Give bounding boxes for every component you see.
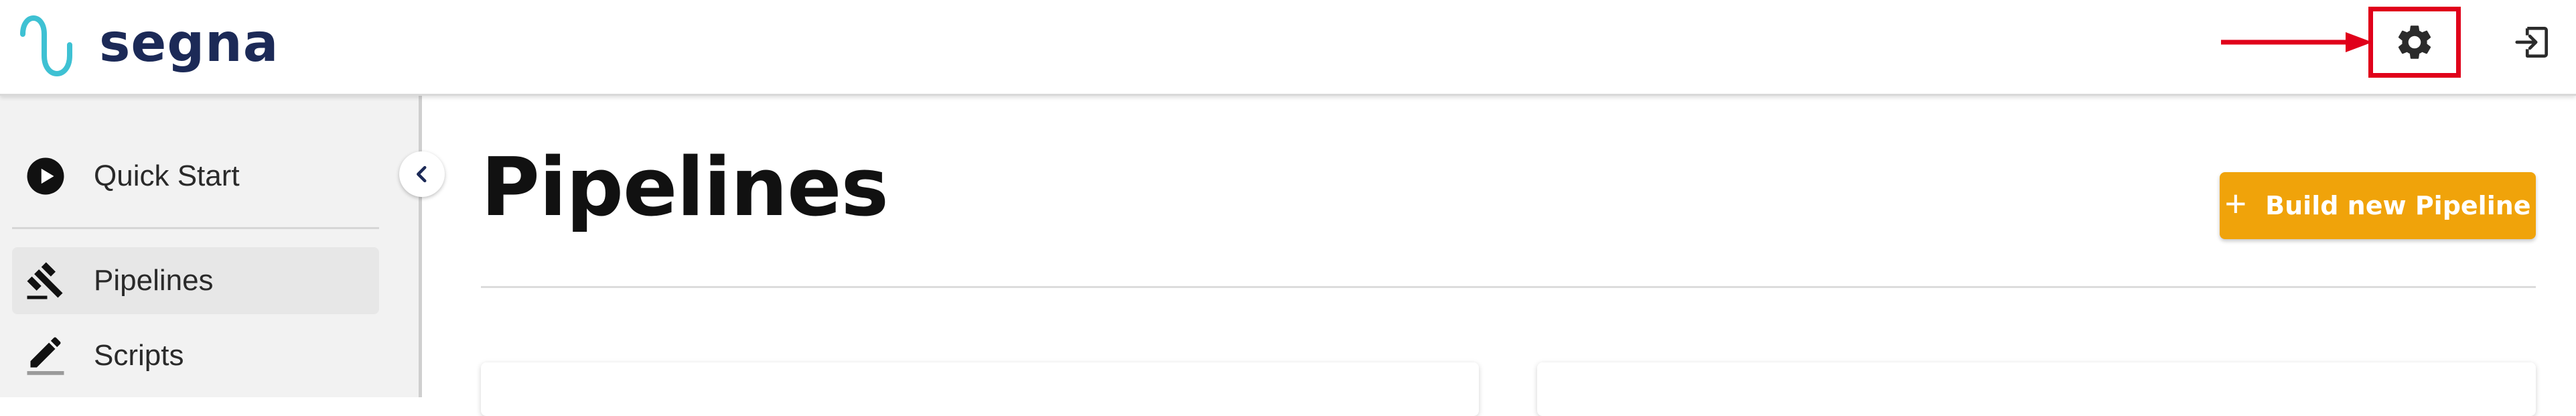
sidebar-item-quick-start[interactable]: Quick Start	[12, 143, 379, 210]
sidebar: Quick Start Pipelines Scripts	[0, 96, 422, 397]
build-new-pipeline-button[interactable]: + Build new Pipeline	[2220, 172, 2536, 239]
page-title: Pipelines	[481, 141, 889, 234]
sidebar-collapse-button[interactable]	[399, 151, 445, 197]
sidebar-item-label: Quick Start	[94, 159, 240, 192]
build-new-pipeline-label: Build new Pipeline	[2265, 191, 2531, 220]
top-bar: segna	[0, 0, 2576, 96]
sidebar-divider	[12, 227, 379, 229]
logo-text: segna	[99, 13, 279, 74]
gavel-icon	[25, 261, 66, 301]
logout-icon	[2515, 27, 2548, 58]
gear-icon	[2398, 25, 2431, 59]
pencil-icon	[25, 336, 66, 376]
sidebar-item-pipelines[interactable]: Pipelines	[12, 247, 379, 314]
chevron-left-icon	[417, 165, 427, 183]
annotation-arrow-icon	[2221, 32, 2372, 52]
main-content: Pipelines + Build new Pipeline	[425, 96, 2576, 416]
sidebar-item-label: Pipelines	[94, 264, 214, 297]
pipeline-card[interactable]	[481, 362, 1479, 416]
logo-wave-icon	[20, 15, 72, 76]
logo[interactable]: segna	[15, 12, 279, 82]
sidebar-item-scripts[interactable]: Scripts	[12, 322, 379, 389]
sidebar-item-label: Scripts	[94, 339, 184, 372]
plus-icon: +	[2224, 182, 2247, 224]
settings-button[interactable]	[2368, 7, 2461, 78]
play-circle-icon	[25, 156, 66, 196]
title-divider	[481, 286, 2536, 288]
logout-button[interactable]	[2510, 20, 2555, 64]
pipeline-card[interactable]	[1537, 362, 2536, 416]
